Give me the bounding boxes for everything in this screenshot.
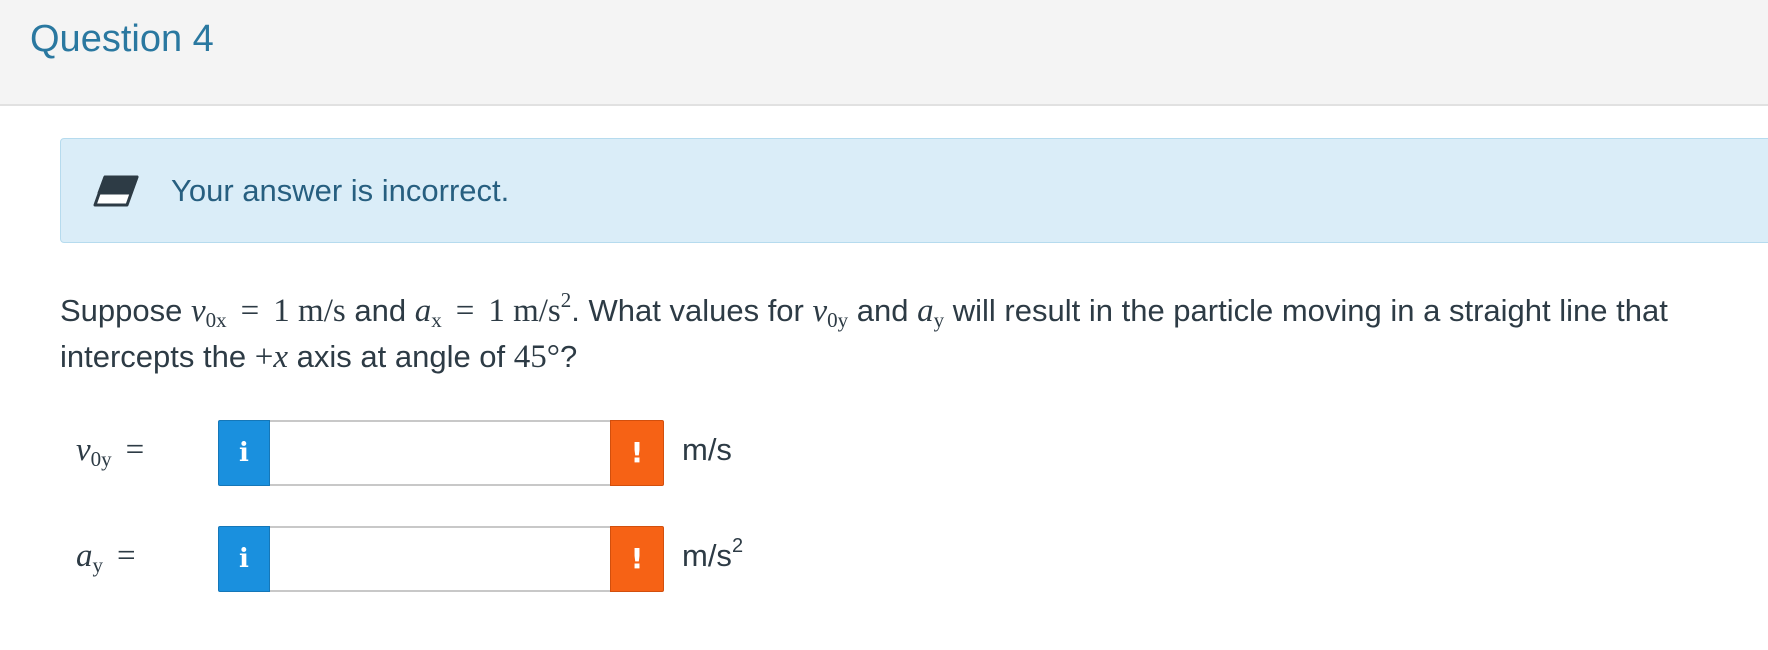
answer-label-v0y: v0y = xyxy=(76,432,145,471)
warning-button[interactable]: ! xyxy=(610,526,664,592)
eraser-icon xyxy=(93,175,139,207)
question-intro: Suppose xyxy=(60,293,183,328)
v0y-term: v0y xyxy=(812,293,849,332)
answer-row-ay: ay = i ! m/s2 xyxy=(0,526,800,592)
question-what: . What values for xyxy=(571,293,804,328)
question-header: Question 4 xyxy=(0,0,1768,106)
question-text: Suppose v0x = 1 m/s and ax = 1 m/s2. What va… xyxy=(60,288,1760,380)
unit-label: m/s xyxy=(682,432,732,467)
and-text: and xyxy=(354,293,407,328)
info-button[interactable]: i xyxy=(218,526,270,592)
question-title: Question 4 xyxy=(30,18,214,60)
info-button[interactable]: i xyxy=(218,420,270,486)
ay-answer-input[interactable] xyxy=(270,526,610,592)
feedback-banner: Your answer is incorrect. xyxy=(60,138,1768,243)
ax-term: ax = 1 m/s2 xyxy=(414,288,572,332)
answer-label-ay: ay = xyxy=(76,538,136,577)
warning-button[interactable]: ! xyxy=(610,420,664,486)
v0y-answer-input[interactable] xyxy=(270,420,610,486)
unit-label: m/s2 xyxy=(682,535,744,573)
plus-x-term: +x xyxy=(254,339,289,375)
answer-row-v0y: v0y = i ! m/s xyxy=(0,420,800,486)
v0x-term: v0x = 1 m/s xyxy=(191,293,346,332)
question-body-2: axis at angle of xyxy=(296,339,506,374)
ay-term: ay xyxy=(917,293,945,332)
angle-value: 45° xyxy=(513,339,560,375)
and-text: and xyxy=(856,293,909,328)
question-mark: ? xyxy=(560,339,578,374)
feedback-message: Your answer is incorrect. xyxy=(171,173,510,208)
